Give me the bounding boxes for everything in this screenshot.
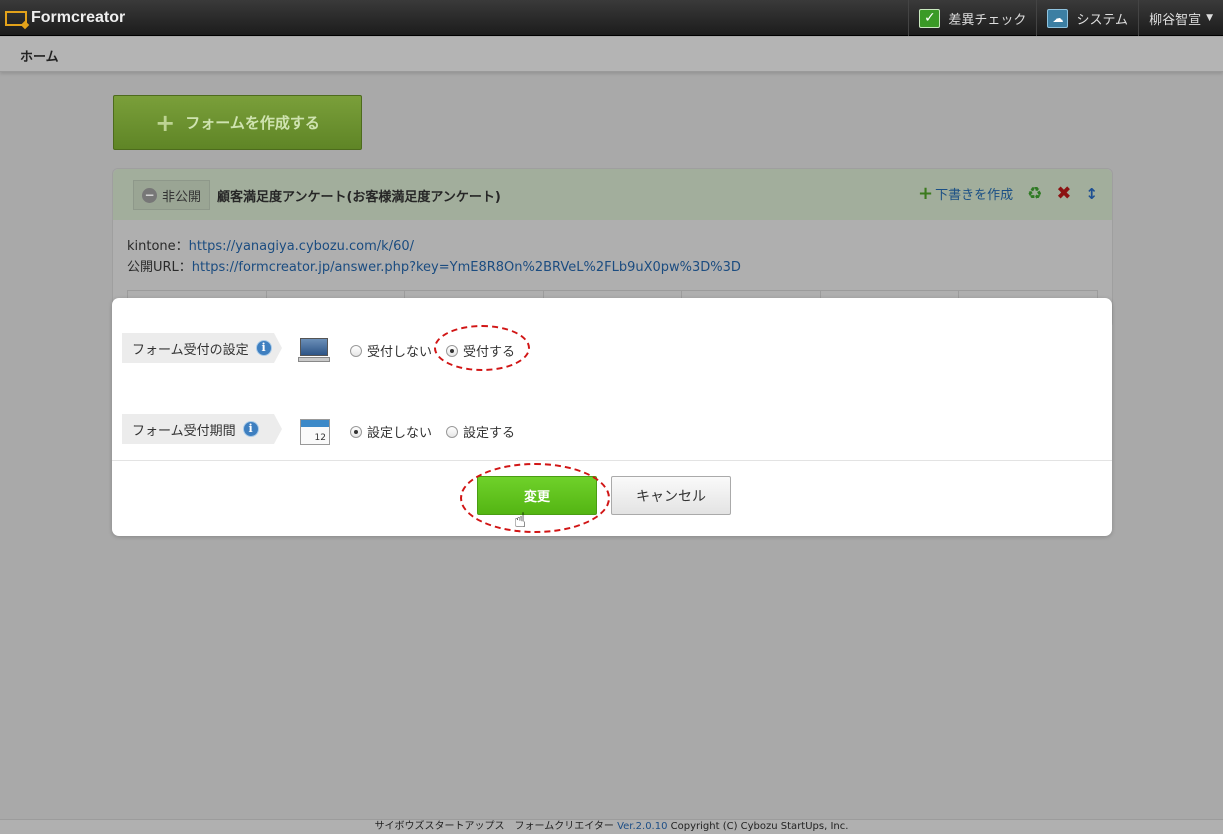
diff-check-link[interactable]: ✓ 差異チェック <box>908 0 1036 36</box>
app-logo[interactable]: Formcreator <box>5 8 125 28</box>
period-setting-label: フォーム受付期間 i <box>122 414 282 444</box>
breadcrumb-bar: ホーム <box>0 37 1223 72</box>
reception-off-option[interactable]: 受付しない <box>350 341 432 360</box>
recycle-icon[interactable]: ♻ <box>1027 184 1042 204</box>
system-link[interactable]: ☁ システム <box>1036 0 1138 36</box>
status-label: 非公開 <box>162 189 202 205</box>
plus-icon: + <box>155 108 176 137</box>
user-name: 柳谷智宣 <box>1149 12 1202 28</box>
public-url-link[interactable]: https://formcreator.jp/answer.php?key=Ym… <box>192 260 741 275</box>
radio-button[interactable] <box>446 425 459 438</box>
footer: サイボウズスタートアップス フォームクリエイター Ver.2.0.10 Copy… <box>0 819 1223 834</box>
app-title: Formcreator <box>31 9 126 26</box>
top-nav-menu: ✓ 差異チェック ☁ システム 柳谷智宣 ▼ <box>908 0 1223 36</box>
highlight-annotation <box>460 463 610 533</box>
radio-button[interactable] <box>350 344 362 357</box>
reception-setting-row: フォーム受付の設定 i <box>122 333 282 363</box>
public-url-label: 公開URL： <box>127 260 192 275</box>
footer-company: サイボウズスタートアップス フォームクリエイター <box>374 821 614 832</box>
period-on-label: 設定する <box>463 426 516 441</box>
status-badge[interactable]: − 非公開 <box>133 180 211 210</box>
form-actions: + 下書きを作成 ♻ ✖ ↕ <box>918 183 1098 204</box>
delete-icon[interactable]: ✖ <box>1056 183 1071 204</box>
breadcrumb-home[interactable]: ホーム <box>20 46 59 65</box>
sort-arrows-icon[interactable]: ↕ <box>1085 185 1098 203</box>
form-card-header: − 非公開 顧客満足度アンケート(お客様満足度アンケート) + 下書きを作成 ♻… <box>113 169 1112 220</box>
period-off-label: 設定しない <box>367 426 433 441</box>
checkmark-icon: ✓ <box>919 8 941 28</box>
computer-icon <box>298 336 330 364</box>
form-card-body: kintone：https://yanagiya.cybozu.com/k/60… <box>113 220 1112 294</box>
period-radio-group: 設定しない 設定する <box>350 422 529 441</box>
minus-circle-icon: − <box>142 187 157 203</box>
hand-cursor-icon: ☝ <box>514 508 527 532</box>
period-setting-row: フォーム受付期間 i <box>122 414 282 444</box>
plus-icon: + <box>917 182 934 204</box>
period-on-option[interactable]: 設定する <box>446 422 515 441</box>
calendar-day: 12 <box>314 433 326 443</box>
create-form-button[interactable]: + フォームを作成する <box>113 95 362 150</box>
period-off-option[interactable]: 設定しない <box>350 422 432 441</box>
formcreator-logo-icon <box>5 10 27 26</box>
user-menu[interactable]: 柳谷智宣 ▼ <box>1138 0 1223 36</box>
reception-settings-dialog: フォーム受付の設定 i 受付しない 受付する フォーム受付期間 i 12 設定し… <box>112 298 1112 536</box>
highlight-annotation <box>434 325 530 371</box>
create-draft-label: 下書きを作成 <box>935 188 1014 203</box>
public-url-row: 公開URL：https://formcreator.jp/answer.php?… <box>127 257 1098 278</box>
system-cloud-icon: ☁ <box>1047 8 1069 28</box>
kintone-link[interactable]: https://yanagiya.cybozu.com/k/60/ <box>189 239 414 254</box>
radio-button-selected[interactable] <box>350 425 362 438</box>
footer-copyright: Copyright (C) Cybozu StartUps, Inc. <box>670 821 849 832</box>
diff-check-label: 差異チェック <box>948 12 1027 28</box>
info-icon[interactable]: i <box>255 340 272 356</box>
kintone-row: kintone：https://yanagiya.cybozu.com/k/60… <box>127 236 1098 257</box>
kintone-label: kintone： <box>127 239 189 254</box>
create-draft-link[interactable]: + 下書きを作成 <box>918 184 1013 203</box>
reception-off-label: 受付しない <box>367 345 433 360</box>
version-link[interactable]: Ver.2.0.10 <box>617 821 667 832</box>
create-form-label: フォームを作成する <box>185 114 320 132</box>
chevron-down-icon: ▼ <box>1206 13 1213 23</box>
period-setting-text: フォーム受付期間 <box>132 423 236 439</box>
system-label: システム <box>1076 12 1129 28</box>
calendar-icon: 12 <box>300 419 330 445</box>
reception-setting-label: フォーム受付の設定 i <box>122 333 282 363</box>
top-navigation-bar: Formcreator ✓ 差異チェック ☁ システム 柳谷智宣 ▼ <box>0 0 1223 36</box>
divider <box>112 460 1112 461</box>
form-title[interactable]: 顧客満足度アンケート(お客様満足度アンケート) <box>217 186 501 205</box>
info-icon[interactable]: i <box>242 421 259 437</box>
reception-setting-text: フォーム受付の設定 <box>132 342 249 358</box>
cancel-button[interactable]: キャンセル <box>611 476 731 515</box>
